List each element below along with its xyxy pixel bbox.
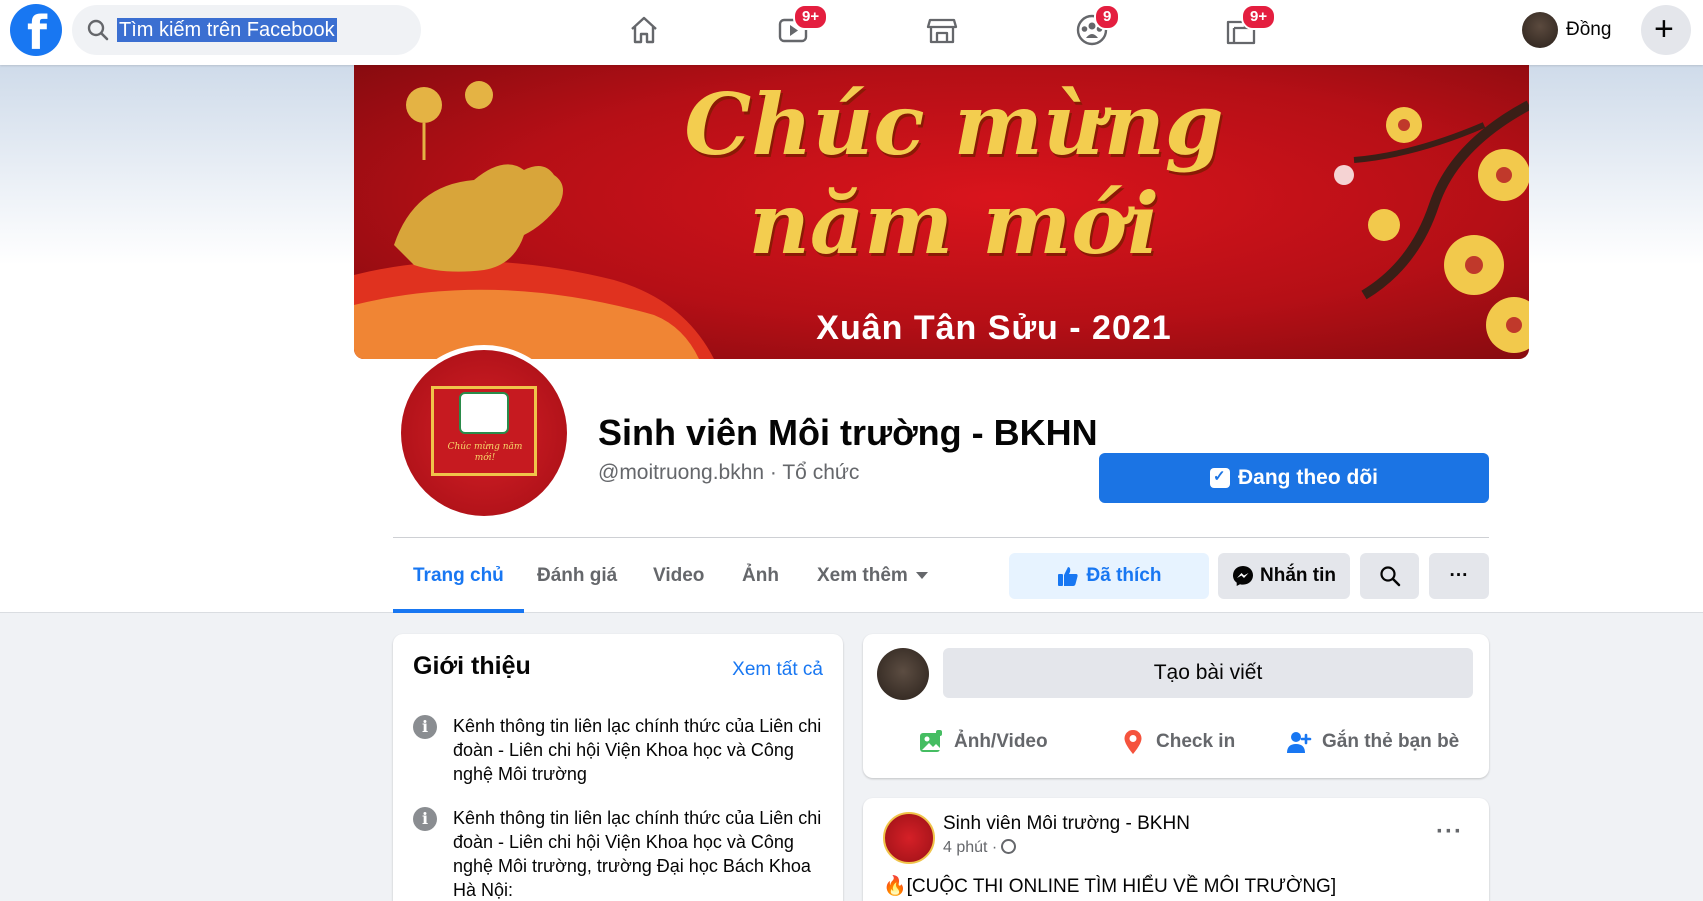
groups-badge: 9 xyxy=(1094,4,1121,30)
cover-title: Chúc mừng năm mới xyxy=(684,75,1224,273)
watch-badge: 9+ xyxy=(793,4,829,30)
check-in-button[interactable]: Check in xyxy=(1120,722,1235,762)
avatar xyxy=(1522,12,1558,48)
page-search-button[interactable] xyxy=(1360,553,1419,599)
nav-watch[interactable]: 9+ xyxy=(771,4,829,50)
tab-reviews[interactable]: Đánh giá xyxy=(517,553,637,613)
intro-item: i Kênh thông tin liên lạc chính thức của… xyxy=(413,714,823,786)
search-icon xyxy=(87,19,109,41)
following-label: Đang theo dõi xyxy=(1238,466,1378,489)
following-check-icon xyxy=(1210,467,1230,488)
cover-photo[interactable]: Chúc mừng năm mới Xuân Tân Sửu - 2021 xyxy=(354,65,1529,359)
avatar-greeting: Chúc mừng năm mới! xyxy=(447,442,523,463)
tab-video[interactable]: Video xyxy=(633,553,724,613)
intro-item-text: Kênh thông tin liên lạc chính thức của L… xyxy=(453,808,822,900)
intro-item: i Kênh thông tin liên lạc chính thức của… xyxy=(413,806,823,901)
plus-icon: + xyxy=(1654,10,1674,48)
following-button[interactable]: Đang theo dõi xyxy=(1099,453,1489,503)
page-handle: @moitruong.bkhn · Tổ chức xyxy=(598,461,860,484)
post-author-avatar[interactable] xyxy=(883,812,935,864)
nav-groups[interactable]: 9 xyxy=(1070,4,1121,50)
page-title: Sinh viên Môi trường - BKHN xyxy=(598,412,1098,453)
nav-gaming[interactable]: 9+ xyxy=(1219,4,1277,50)
post-more-icon[interactable]: ··· xyxy=(1436,818,1463,846)
create-post-button[interactable]: Tạo bài viết xyxy=(943,648,1473,698)
post-time-text: 4 phút · xyxy=(943,839,998,856)
tag-friends-button[interactable]: Gắn thẻ bạn bè xyxy=(1286,722,1459,762)
tab-reviews-label: Đánh giá xyxy=(537,565,618,586)
composer-card: Tạo bài viết Ảnh/Video Check in Gắn thẻ … xyxy=(863,634,1489,778)
globe-icon xyxy=(1001,839,1017,854)
tab-video-label: Video xyxy=(653,565,705,586)
avatar[interactable] xyxy=(877,648,929,700)
post-text: 🔥[CUỘC THI ONLINE TÌM HIỂU VỀ MÔI TRƯỜNG… xyxy=(883,876,1337,897)
intro-item-text: Kênh thông tin liên lạc chính thức của L… xyxy=(453,716,822,784)
check-in-label: Check in xyxy=(1156,731,1236,752)
message-button[interactable]: Nhắn tin xyxy=(1218,553,1350,599)
post-card: Sinh viên Môi trường - BKHN 4 phút · ···… xyxy=(863,798,1489,901)
intro-card: Giới thiệu Xem tất cả i Kênh thông tin l… xyxy=(393,634,843,901)
nav-home[interactable] xyxy=(622,10,666,50)
info-icon: i xyxy=(413,807,437,831)
liked-button[interactable]: Đã thích xyxy=(1009,553,1209,599)
tab-photos[interactable]: Ảnh xyxy=(722,553,799,613)
home-icon xyxy=(631,16,657,44)
tab-home-label: Trang chủ xyxy=(413,565,504,586)
post-author[interactable]: Sinh viên Môi trường - BKHN xyxy=(943,813,1190,835)
nav-marketplace[interactable] xyxy=(920,10,964,50)
photo-video-label: Ảnh/Video xyxy=(954,731,1048,752)
liked-label: Đã thích xyxy=(1086,565,1162,586)
more-dots-icon: ··· xyxy=(1449,565,1469,586)
photo-video-button[interactable]: Ảnh/Video xyxy=(918,722,1048,762)
top-navigation-bar: f Tìm kiếm trên Facebook 9+ 9 9+ Đồng + xyxy=(0,0,1703,65)
messenger-icon xyxy=(1233,566,1253,586)
facebook-logo[interactable]: f xyxy=(10,4,62,56)
more-options-button[interactable]: ··· xyxy=(1429,553,1489,599)
info-icon: i xyxy=(413,715,437,739)
create-post-label: Tạo bài viết xyxy=(1153,661,1263,684)
photo-icon xyxy=(920,730,942,752)
inest-logo xyxy=(459,392,509,434)
search-box[interactable]: Tìm kiếm trên Facebook xyxy=(72,5,421,55)
tab-more[interactable]: Xem thêm xyxy=(797,553,948,613)
search-input[interactable]: Tìm kiếm trên Facebook xyxy=(117,18,337,42)
tab-photos-label: Ảnh xyxy=(742,565,779,586)
intro-title: Giới thiệu xyxy=(413,652,531,680)
post-time[interactable]: 4 phút · xyxy=(943,839,1017,857)
location-pin-icon xyxy=(1124,730,1142,754)
gaming-badge: 9+ xyxy=(1241,4,1277,30)
profile-name: Đồng xyxy=(1566,19,1612,40)
message-label: Nhắn tin xyxy=(1260,565,1336,586)
profile-shortcut[interactable]: Đồng xyxy=(1522,10,1611,50)
search-icon xyxy=(1379,566,1400,587)
create-button[interactable]: + xyxy=(1641,5,1691,55)
tab-more-label: Xem thêm xyxy=(817,565,908,586)
facebook-logo-letter: f xyxy=(27,6,48,60)
cover-subtitle: Xuân Tân Sửu - 2021 xyxy=(816,309,1172,347)
divider xyxy=(393,537,1489,538)
store-icon xyxy=(926,18,958,44)
see-all-link[interactable]: Xem tất cả xyxy=(732,659,823,681)
tag-people-icon xyxy=(1287,732,1312,753)
tag-friends-label: Gắn thẻ bạn bè xyxy=(1322,731,1460,752)
thumbs-up-icon xyxy=(1057,567,1078,586)
tab-home[interactable]: Trang chủ xyxy=(393,553,524,613)
page-profile-picture[interactable]: Chúc mừng năm mới! xyxy=(396,345,572,521)
caret-down-icon xyxy=(915,572,928,580)
